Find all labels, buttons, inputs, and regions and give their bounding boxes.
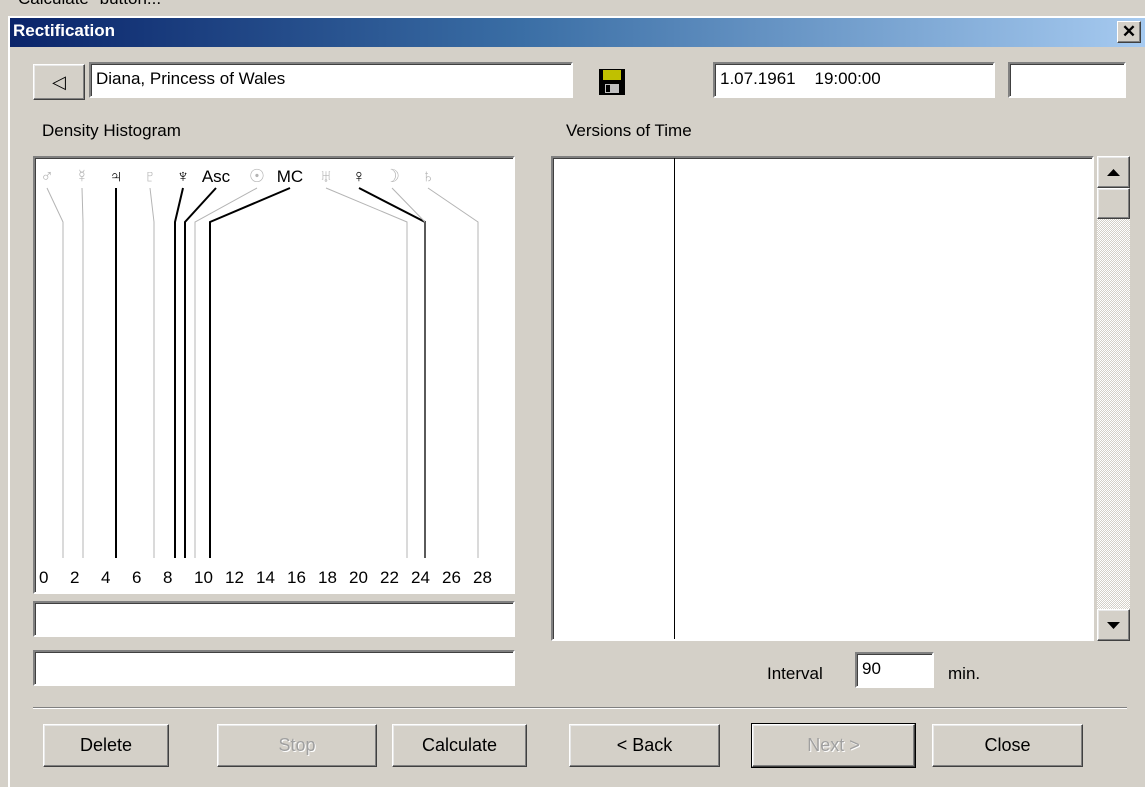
arrow-up-icon [1107, 169, 1120, 176]
histogram-connector-line [358, 187, 426, 558]
title-bar[interactable] [10, 18, 1145, 47]
versions-list-divider [674, 158, 675, 639]
histogram-tick-label: 6 [132, 568, 141, 587]
histogram-symbol: ☉ [249, 166, 265, 186]
floppy-disk-icon [599, 69, 625, 95]
previous-record-button[interactable]: ◁ [33, 64, 85, 100]
triangle-left-icon: ◁ [52, 72, 66, 92]
histogram-symbol: Asc [202, 167, 231, 186]
histogram-chart: ♂ ☿ ♃ ♇ ♆ Asc ☉ MC ♅ ♀ ☽ ♄ 0 2 4 6 8 10 12 14 16 18 20 22 24 26 2… [39, 166, 492, 587]
histogram-tick-label: 0 [39, 568, 48, 587]
density-histogram-panel: ♂ ☿ ♃ ♇ ♆ Asc ☉ MC ♅ ♀ ☽ ♄ 0 2 4 6 8 10 12 14 16 18 20 22 24 26 2… [33, 156, 515, 594]
next-button[interactable]: Next > [751, 723, 916, 768]
stop-button[interactable]: Stop [217, 724, 377, 767]
histogram-connector-line [46, 187, 64, 558]
delete-button[interactable]: Delete [43, 724, 169, 767]
histogram-field-2[interactable] [33, 650, 515, 686]
close-window-button[interactable]: ✕ [1117, 21, 1141, 43]
histogram-tick-label: 8 [163, 568, 172, 587]
histogram-symbol: ☿ [75, 166, 89, 186]
extra-field[interactable] [1008, 62, 1126, 98]
versions-list-panel[interactable] [551, 156, 1094, 641]
histogram-tick-label: 4 [101, 568, 110, 587]
histogram-connector-line [325, 187, 408, 558]
histogram-tick-label: 14 [256, 568, 275, 587]
histogram-symbol: ♅ [319, 166, 333, 186]
histogram-symbol: ♆ [176, 166, 190, 186]
calculate-button[interactable]: Calculate [392, 724, 527, 767]
histogram-connector-line [209, 187, 291, 558]
histogram-symbol: ☽ [384, 166, 400, 186]
histogram-tick-label: 10 [194, 568, 213, 587]
window-title: Rectification [13, 21, 116, 40]
separator-line [33, 707, 1127, 709]
name-field[interactable]: Diana, Princess of Wales [89, 62, 573, 98]
caption-text: Calculate" button... [18, 0, 161, 9]
histogram-tick-label: 26 [442, 568, 461, 587]
vertical-scrollbar[interactable] [1097, 156, 1130, 641]
histogram-tick-label: 24 [411, 568, 430, 587]
back-button[interactable]: < Back [569, 724, 720, 767]
histogram-symbol: ♄ [421, 166, 435, 186]
close-button[interactable]: Close [932, 724, 1083, 767]
histogram-symbol: ♇ [143, 166, 157, 186]
histogram-tick-label: 12 [225, 568, 244, 587]
histogram-symbol: MC [277, 167, 303, 186]
scroll-up-button[interactable] [1097, 156, 1130, 188]
histogram-tick-label: 16 [287, 568, 306, 587]
close-icon: ✕ [1121, 22, 1137, 41]
histogram-connector-line [194, 187, 258, 558]
histogram-connector-line [174, 187, 184, 558]
density-histogram-label: Density Histogram [42, 121, 181, 140]
histogram-connector-line [149, 187, 155, 558]
histogram-tick-label: 2 [70, 568, 79, 587]
interval-label: Interval [767, 664, 823, 683]
datetime-field[interactable]: 1.07.1961 19:00:00 [713, 62, 995, 98]
arrow-down-icon [1107, 622, 1120, 629]
versions-of-time-label: Versions of Time [566, 121, 692, 140]
interval-input[interactable]: 90 [855, 652, 934, 688]
scroll-thumb[interactable] [1097, 188, 1130, 219]
scroll-down-button[interactable] [1097, 609, 1130, 641]
histogram-tick-label: 28 [473, 568, 492, 587]
save-button[interactable] [596, 66, 628, 98]
histogram-connector-line [81, 187, 84, 558]
histogram-connector-line [391, 187, 426, 558]
histogram-tick-label: 22 [380, 568, 399, 587]
histogram-symbol: ♀ [352, 166, 366, 186]
interval-unit-label: min. [948, 664, 981, 683]
histogram-symbol: ♂ [40, 166, 54, 186]
histogram-symbol: ♃ [109, 166, 123, 186]
histogram-field-1[interactable] [33, 601, 515, 637]
histogram-connector-line [184, 187, 217, 558]
histogram-connector-line [427, 187, 479, 558]
histogram-tick-label: 20 [349, 568, 368, 587]
histogram-tick-label: 18 [318, 568, 337, 587]
